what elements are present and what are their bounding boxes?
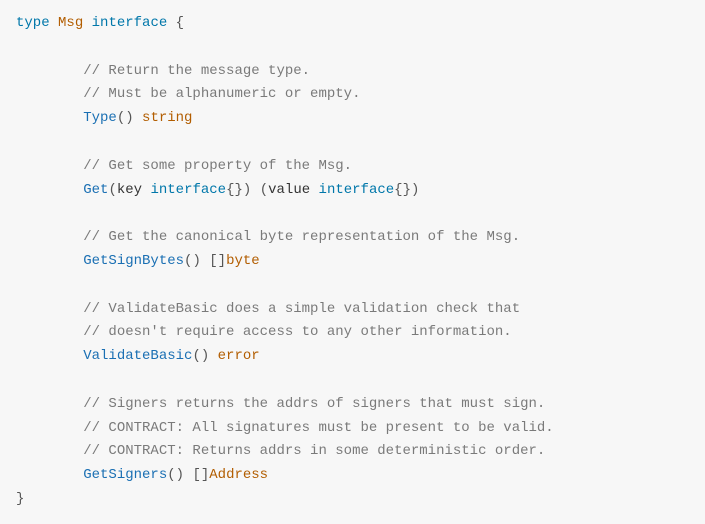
return-address: Address xyxy=(209,467,268,483)
method-getsignbytes: GetSignBytes xyxy=(83,253,184,269)
comment-line: // Get some property of the Msg. xyxy=(83,158,352,174)
brackets: [] xyxy=(192,467,209,483)
method-get: Get xyxy=(83,182,108,198)
comment-line: // ValidateBasic does a simple validatio… xyxy=(83,301,520,317)
paren-open: ( xyxy=(108,182,116,198)
brace-open: { xyxy=(176,15,184,31)
method-type: Type xyxy=(83,110,117,126)
comment-line: // doesn't require access to any other i… xyxy=(83,324,511,340)
return-string: string xyxy=(142,110,192,126)
parens: () xyxy=(184,253,201,269)
brace-close: } xyxy=(16,491,24,507)
method-getsigners: GetSigners xyxy=(83,467,167,483)
comment-line: // CONTRACT: All signatures must be pres… xyxy=(83,420,553,436)
braces-empty: {}) xyxy=(226,182,251,198)
keyword-interface: interface xyxy=(92,15,168,31)
code-block: type Msg interface { // Return the messa… xyxy=(0,0,705,524)
keyword-type: type xyxy=(16,15,50,31)
paren-open: ( xyxy=(260,182,268,198)
param-key: key xyxy=(117,182,142,198)
return-byte: byte xyxy=(226,253,260,269)
parens: () xyxy=(117,110,134,126)
keyword-interface: interface xyxy=(150,182,226,198)
braces-empty: {}) xyxy=(394,182,419,198)
parens: () xyxy=(167,467,184,483)
param-value: value xyxy=(268,182,310,198)
keyword-interface: interface xyxy=(319,182,395,198)
type-name-msg: Msg xyxy=(58,15,83,31)
brackets: [] xyxy=(209,253,226,269)
parens: () xyxy=(192,348,209,364)
comment-line: // Must be alphanumeric or empty. xyxy=(83,86,360,102)
return-error: error xyxy=(218,348,260,364)
method-validatebasic: ValidateBasic xyxy=(83,348,192,364)
comment-line: // Return the message type. xyxy=(83,63,310,79)
comment-line: // Get the canonical byte representation… xyxy=(83,229,520,245)
comment-line: // Signers returns the addrs of signers … xyxy=(83,396,545,412)
comment-line: // CONTRACT: Returns addrs in some deter… xyxy=(83,443,545,459)
